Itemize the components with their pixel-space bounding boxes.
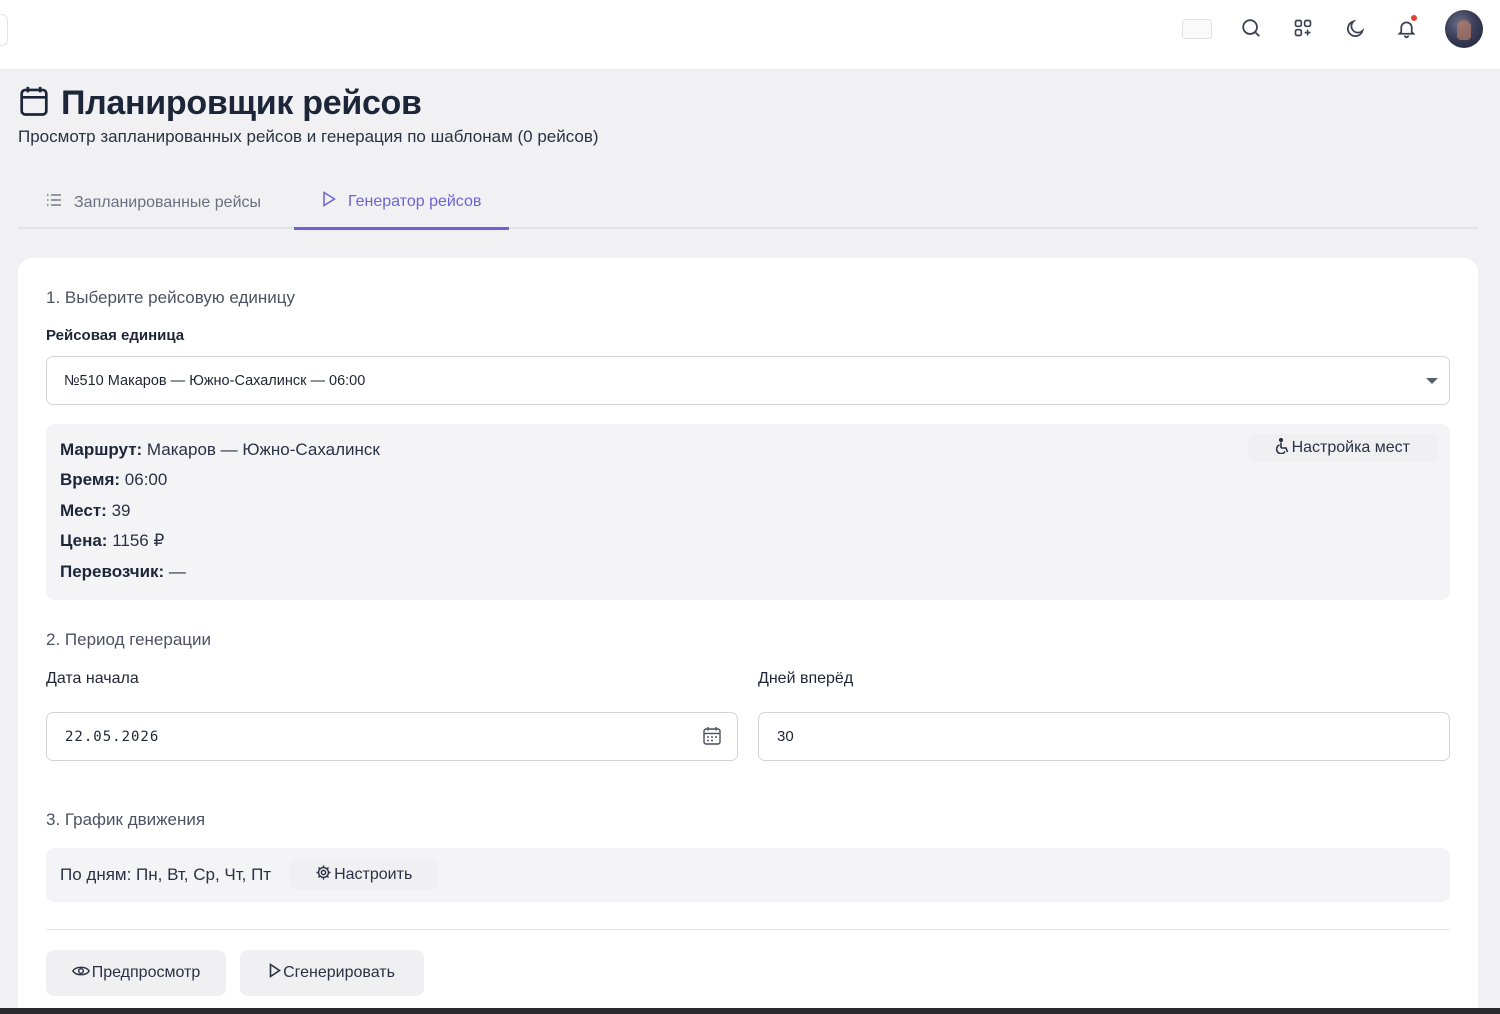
trip-unit-select[interactable]: №510 Макаров — Южно-Сахалинск — 06:00	[46, 356, 1450, 405]
carrier-line: Перевозчик: —	[60, 562, 186, 582]
date-value: 22.05.2026	[65, 728, 160, 745]
section-title: 2. Период генерации	[46, 630, 212, 649]
top-bar	[0, 0, 1500, 70]
seat-settings-button[interactable]: Настройка мест	[1247, 434, 1438, 462]
calendar-icon	[19, 85, 49, 122]
configure-label: Настроить	[334, 866, 413, 883]
chevron-down-icon	[1426, 378, 1438, 384]
schedule-text: По дням: Пн, Вт, Ср, Чт, Пт	[60, 865, 272, 884]
time-line: Время: 06:00	[60, 470, 167, 490]
tab-scheduled-trips[interactable]: Запланированные рейсы	[18, 176, 289, 229]
section-title: 1. Выберите рейсовую единицу	[46, 288, 295, 307]
route-line: Маршрут: Макаров — Южно-Сахалинск	[60, 440, 380, 460]
moon-icon[interactable]	[1341, 14, 1369, 42]
trip-info-panel: Маршрут: Макаров — Южно-Сахалинск Время:…	[46, 424, 1450, 600]
price-value: 1156 ₽	[107, 531, 165, 550]
time-label: Время:	[60, 470, 121, 489]
generate-button[interactable]: Сгенерировать	[240, 950, 424, 996]
days-value: 30	[777, 728, 794, 745]
notification-dot	[1410, 14, 1418, 22]
seats-label: Мест:	[60, 501, 107, 520]
taskbar-edge	[0, 1008, 1500, 1014]
route-label: Маршрут:	[60, 440, 143, 459]
play-icon	[269, 963, 282, 983]
schedule-panel: По дням: Пн, Вт, Ср, Чт, Пт Настроить	[46, 848, 1450, 902]
play-icon	[322, 191, 336, 212]
select-value: №510 Макаров — Южно-Сахалинск — 06:00	[64, 372, 366, 389]
start-date-label: Дата начала	[46, 670, 139, 687]
page-title: Планировщик рейсов	[61, 84, 422, 122]
eye-icon	[71, 964, 90, 983]
wheelchair-icon	[1275, 437, 1290, 459]
tab-trip-generator[interactable]: Генератор рейсов	[294, 176, 510, 230]
price-label: Цена:	[60, 531, 108, 550]
divider	[46, 929, 1450, 930]
price-line: Цена: 1156 ₽	[60, 531, 164, 551]
configure-button[interactable]: Настроить	[289, 860, 439, 890]
start-date-input[interactable]: 22.05.2026	[46, 712, 738, 761]
tab-label: Генератор рейсов	[348, 192, 482, 210]
days-ahead-input[interactable]: 30	[758, 712, 1450, 761]
preview-button[interactable]: Предпросмотр	[46, 950, 226, 996]
carrier-label: Перевозчик:	[60, 562, 165, 581]
field-label: Рейсовая единица	[46, 327, 185, 344]
generator-card: 1. Выберите рейсовую единицу Рейсовая ед…	[18, 258, 1478, 1014]
tabs: Запланированные рейсы Генератор рейсов	[18, 176, 1478, 230]
preview-label: Предпросмотр	[91, 964, 201, 981]
gear-icon	[315, 864, 332, 886]
page-subtitle: Просмотр запланированных рейсов и генера…	[18, 127, 599, 146]
generate-label: Сгенерировать	[283, 964, 395, 981]
list-icon	[46, 193, 62, 212]
section-title: 3. График движения	[46, 810, 206, 829]
carrier-value: —	[164, 562, 186, 581]
avatar[interactable]	[1445, 10, 1483, 48]
days-ahead-label: Дней вперёд	[758, 670, 854, 687]
language-flag-icon[interactable]	[1182, 19, 1212, 39]
bell-icon[interactable]	[1392, 14, 1420, 42]
sidebar-toggle[interactable]	[0, 14, 8, 46]
tab-label: Запланированные рейсы	[74, 193, 261, 211]
time-value: 06:00	[120, 470, 168, 489]
page-header: Планировщик рейсов	[19, 84, 422, 123]
search-icon[interactable]	[1237, 14, 1265, 42]
seat-settings-label: Настройка мест	[1291, 439, 1410, 456]
seats-line: Мест: 39	[60, 501, 130, 521]
route-value: Макаров — Южно-Сахалинск	[142, 440, 380, 459]
seats-value: 39	[106, 501, 131, 520]
apps-icon[interactable]	[1289, 14, 1317, 42]
calendar-picker-icon[interactable]	[703, 726, 721, 749]
